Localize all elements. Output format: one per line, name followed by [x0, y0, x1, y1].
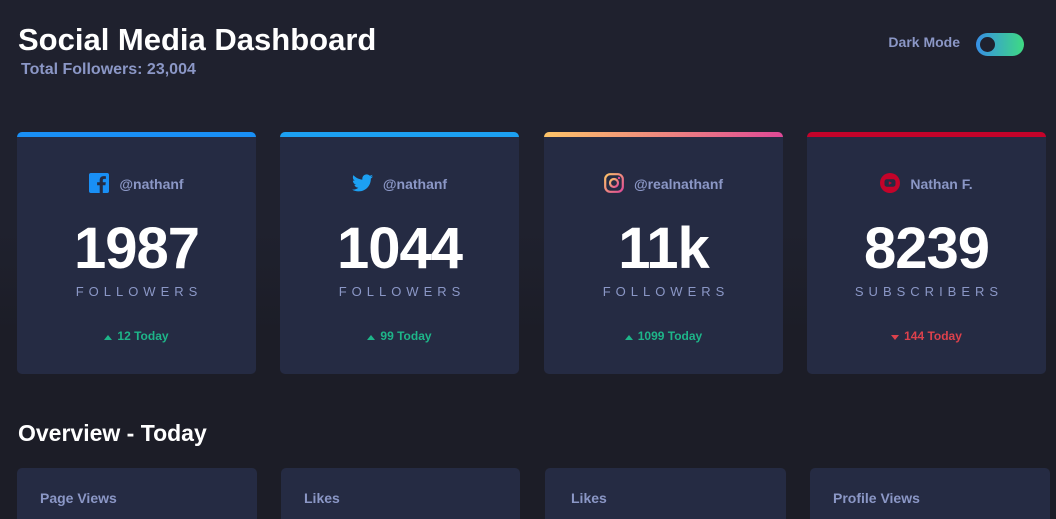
toggle-knob — [980, 37, 995, 52]
card-accent-bar — [544, 132, 783, 137]
arrow-up-icon — [624, 329, 633, 343]
card-accent-bar — [807, 132, 1046, 137]
overview-card-profile-views[interactable]: Profile Views — [810, 468, 1050, 519]
overview-title: Overview - Today — [18, 420, 207, 446]
card-accent-bar — [280, 132, 519, 137]
overview-card-label: Page Views — [40, 490, 117, 506]
card-change-text: 1099 Today — [637, 329, 703, 343]
card-change-text: 99 Today — [380, 329, 432, 343]
card-change: 1099 Today — [544, 329, 783, 343]
card-count: 1044 — [336, 216, 463, 281]
card-count: 11k — [618, 216, 710, 281]
total-followers: Total Followers: 23,004 — [21, 61, 196, 78]
card-unit: FOLLOWERS — [338, 284, 466, 299]
overview-card-label: Likes — [304, 490, 340, 506]
instagram-icon — [604, 172, 634, 196]
follower-cards: @nathanf 1987 FOLLOWERS 12 Today @nathan… — [17, 132, 1046, 374]
card-handle-text: @nathanf — [119, 176, 184, 192]
card-handle: @nathanf — [280, 172, 519, 196]
youtube-icon — [880, 172, 910, 196]
card-handle-text: @nathanf — [382, 176, 448, 192]
dark-mode-toggle[interactable] — [976, 33, 1024, 56]
twitter-card[interactable]: @nathanf 1044 FOLLOWERS 99 Today — [280, 132, 519, 374]
card-change: 12 Today — [17, 329, 256, 343]
card-handle: @realnathanf — [544, 172, 783, 196]
instagram-card[interactable]: @realnathanf 11k FOLLOWERS 1099 Today — [544, 132, 783, 374]
card-count: 8239 — [863, 216, 990, 281]
overview-cards: Page Views Likes Likes Profile Views — [17, 468, 1053, 519]
facebook-icon — [89, 172, 119, 196]
facebook-card[interactable]: @nathanf 1987 FOLLOWERS 12 Today — [17, 132, 256, 374]
arrow-down-icon — [891, 329, 900, 343]
card-unit: FOLLOWERS — [75, 284, 203, 299]
card-change: 144 Today — [807, 329, 1046, 343]
overview-card-label: Profile Views — [833, 490, 920, 506]
card-accent-bar — [17, 132, 256, 137]
twitter-icon — [351, 173, 383, 195]
arrow-up-icon — [367, 329, 376, 343]
card-change-text: 144 Today — [904, 329, 962, 343]
card-handle: Nathan F. — [807, 172, 1046, 196]
overview-card-label: Likes — [571, 490, 607, 506]
header: Social Media Dashboard Total Followers: … — [18, 22, 376, 79]
card-handle-text: Nathan F. — [910, 176, 973, 192]
dark-mode-label: Dark Mode — [888, 33, 960, 50]
dark-mode-switch: Dark Mode — [888, 33, 1024, 56]
card-unit: FOLLOWERS — [602, 284, 730, 299]
card-unit: SUBSCRIBERS — [854, 284, 1004, 299]
youtube-card[interactable]: Nathan F. 8239 SUBSCRIBERS 144 Today — [807, 132, 1046, 374]
overview-card-likes-facebook[interactable]: Likes — [281, 468, 520, 519]
card-handle-text: @realnathanf — [633, 176, 724, 192]
card-handle: @nathanf — [17, 172, 256, 196]
overview-card-likes-instagram[interactable]: Likes — [545, 468, 786, 519]
card-change: 99 Today — [280, 329, 519, 343]
card-count: 1987 — [73, 216, 200, 281]
overview-card-page-views[interactable]: Page Views — [17, 468, 257, 519]
card-change-text: 12 Today — [117, 329, 169, 343]
arrow-up-icon — [104, 329, 113, 343]
page-title: Social Media Dashboard — [18, 22, 377, 57]
